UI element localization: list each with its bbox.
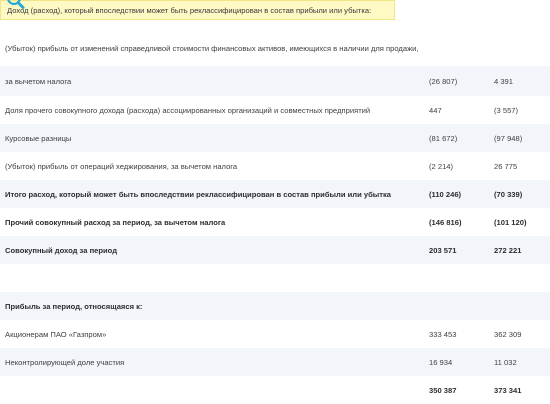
value-prior: (70 339): [492, 180, 550, 208]
table-row: Курсовые разницы (81 672) (97 948): [0, 124, 550, 152]
value-prior: 373 341: [494, 385, 522, 395]
table-row: Прочий совокупный расход за период, за в…: [0, 208, 550, 236]
row-label: Доля прочего совокупного дохода (расхода…: [5, 105, 371, 115]
value-prior: (97 948): [492, 124, 550, 152]
value-current: [425, 30, 492, 66]
row-label: Неконтролирующей доле участия: [0, 348, 425, 376]
table-row: Прибыль за период, относящаяся к:: [0, 292, 550, 320]
value-prior: 272 221: [492, 236, 550, 264]
search-icon: [7, 0, 25, 9]
row-label: [0, 264, 425, 292]
table-row: [0, 264, 550, 292]
value-prior: [492, 30, 550, 66]
value-current: (2 214): [429, 161, 454, 171]
table-row: Акционерам ПАО «Газпром» 333 453 362 309: [0, 320, 550, 348]
row-label: Прибыль за период, относящаяся к:: [0, 292, 425, 320]
table-row: (Убыток) прибыль от изменений справедлив…: [0, 30, 550, 66]
table-row: Доля прочего совокупного дохода (расхода…: [0, 96, 550, 124]
section-header: Доход (расход), который впоследствии мож…: [0, 0, 395, 20]
value-prior: (3 557): [494, 105, 519, 115]
table-row: за вычетом налога (26 807) 4 391: [0, 66, 550, 96]
value-current: [425, 292, 492, 320]
row-label: (Убыток) прибыль от изменений справедлив…: [5, 43, 419, 53]
row-label: Совокупный доход за период: [0, 236, 425, 264]
value-current: 333 453: [429, 329, 457, 339]
value-current: (26 807): [425, 66, 492, 96]
row-label: Курсовые разницы: [0, 124, 425, 152]
row-label: (Убыток) прибыль от операций хеджировани…: [5, 161, 238, 171]
value-current: 447: [429, 105, 442, 115]
value-current: [425, 264, 492, 292]
table-row: 350 387 373 341: [0, 376, 550, 404]
value-prior: 362 309: [494, 329, 522, 339]
table-row: Итого расход, который может быть впослед…: [0, 180, 550, 208]
value-prior: [492, 292, 550, 320]
row-label: Прочий совокупный расход за период, за в…: [5, 217, 226, 227]
value-current: 16 934: [425, 348, 492, 376]
row-label: за вычетом налога: [0, 66, 425, 96]
value-current: (146 816): [429, 217, 462, 227]
value-current: (81 672): [425, 124, 492, 152]
row-label: [0, 376, 425, 404]
row-label: Акционерам ПАО «Газпром»: [5, 329, 107, 339]
value-current: 350 387: [429, 385, 457, 395]
table-row: Неконтролирующей доле участия 16 934 11 …: [0, 348, 550, 376]
value-prior: 26 775: [494, 161, 518, 171]
value-prior: (101 120): [494, 217, 527, 227]
value-current: (110 246): [425, 180, 492, 208]
value-current: 203 571: [425, 236, 492, 264]
row-label: Итого расход, который может быть впослед…: [0, 180, 425, 208]
table-row: (Убыток) прибыль от операций хеджировани…: [0, 152, 550, 180]
section-header-text: Доход (расход), который впоследствии мож…: [7, 6, 372, 15]
financial-table: (Убыток) прибыль от изменений справедлив…: [0, 30, 550, 404]
table-row: Совокупный доход за период 203 571 272 2…: [0, 236, 550, 264]
value-prior: 11 032: [492, 348, 550, 376]
value-prior: 4 391: [492, 66, 550, 96]
value-prior: [492, 264, 550, 292]
